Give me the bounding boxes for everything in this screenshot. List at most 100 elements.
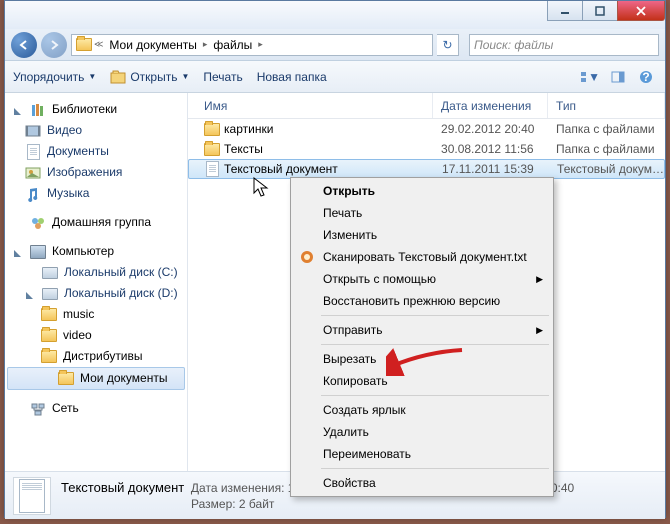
nav-pictures[interactable]: Изображения bbox=[5, 162, 187, 183]
maximize-button[interactable] bbox=[582, 1, 618, 21]
nav-drive-d[interactable]: Локальный диск (D:) bbox=[5, 283, 187, 304]
ctx-print[interactable]: Печать bbox=[293, 202, 551, 224]
separator bbox=[321, 395, 549, 396]
file-date: 17.11.2011 15:39 bbox=[434, 162, 549, 176]
ctx-open[interactable]: Открыть bbox=[293, 180, 551, 202]
folder-icon bbox=[58, 371, 74, 387]
file-type: Текстовый докум… bbox=[549, 162, 664, 176]
file-row[interactable]: Текстовый документ 17.11.2011 15:39Тексто… bbox=[188, 159, 665, 179]
chevron-down-icon: ▼ bbox=[88, 72, 96, 81]
minimize-button[interactable] bbox=[547, 1, 583, 21]
nav-homegroup[interactable]: Домашняя группа bbox=[5, 212, 187, 233]
organize-button[interactable]: Упорядочить▼ bbox=[13, 70, 96, 84]
ctx-copy[interactable]: Копировать bbox=[293, 370, 551, 392]
nav-folder-distrib[interactable]: Дистрибутивы bbox=[5, 346, 187, 367]
open-icon bbox=[110, 69, 126, 85]
breadcrumb-seg[interactable]: файлы bbox=[209, 38, 256, 52]
ctx-restore[interactable]: Восстановить прежнюю версию bbox=[293, 290, 551, 312]
chevron-right-icon: ▸ bbox=[201, 39, 210, 50]
file-row[interactable]: Тексты30.08.2012 11:56Папка с файлами bbox=[188, 139, 665, 159]
file-name: Текстовый документ bbox=[224, 162, 338, 176]
file-name: картинки bbox=[224, 122, 273, 136]
nav-folder-video[interactable]: video bbox=[5, 325, 187, 346]
ctx-sendto[interactable]: Отправить▶ bbox=[293, 319, 551, 341]
open-button[interactable]: Открыть▼ bbox=[110, 69, 189, 85]
new-folder-button[interactable]: Новая папка bbox=[257, 70, 327, 84]
scan-icon bbox=[299, 249, 315, 265]
pictures-icon bbox=[25, 165, 41, 181]
folder-icon bbox=[41, 307, 57, 323]
context-menu: Открыть Печать Изменить Сканировать Текс… bbox=[290, 177, 554, 497]
nav-folder-music[interactable]: music bbox=[5, 304, 187, 325]
drive-icon bbox=[42, 265, 58, 281]
drive-icon bbox=[42, 286, 58, 302]
close-button[interactable] bbox=[617, 1, 665, 21]
titlebar bbox=[5, 1, 665, 29]
view-controls: ▼ ? bbox=[579, 67, 657, 87]
breadcrumb[interactable]: ≪ Мои документы ▸ файлы ▸ bbox=[71, 34, 433, 56]
ctx-shortcut[interactable]: Создать ярлык bbox=[293, 399, 551, 421]
ctx-cut[interactable]: Вырезать bbox=[293, 348, 551, 370]
ctx-rename[interactable]: Переименовать bbox=[293, 443, 551, 465]
search-input[interactable]: Поиск: файлы bbox=[469, 34, 659, 56]
nav-libraries[interactable]: Библиотеки bbox=[5, 99, 187, 120]
file-row[interactable]: картинки 29.02.2012 20:40Папка с файлами bbox=[188, 119, 665, 139]
file-type: Папка с файлами bbox=[548, 122, 665, 136]
folder-icon bbox=[204, 121, 220, 137]
forward-button[interactable] bbox=[41, 32, 67, 58]
document-icon bbox=[25, 144, 41, 160]
computer-icon bbox=[30, 244, 46, 260]
separator bbox=[321, 344, 549, 345]
submenu-arrow-icon: ▶ bbox=[536, 325, 543, 336]
ctx-scan[interactable]: Сканировать Текстовый документ.txt bbox=[293, 246, 551, 268]
network-icon bbox=[30, 401, 46, 417]
nav-videos[interactable]: Видео bbox=[5, 120, 187, 141]
ctx-edit[interactable]: Изменить bbox=[293, 224, 551, 246]
nav-computer[interactable]: Компьютер bbox=[5, 241, 187, 262]
chevron-right-icon: ▸ bbox=[256, 39, 265, 50]
column-headers: Имя Дата изменения Тип bbox=[188, 93, 665, 119]
help-button[interactable]: ? bbox=[635, 67, 657, 87]
separator bbox=[321, 468, 549, 469]
view-mode-button[interactable]: ▼ bbox=[579, 67, 601, 87]
preview-pane-button[interactable] bbox=[607, 67, 629, 87]
file-date: 29.02.2012 20:40 bbox=[433, 122, 548, 136]
ctx-delete[interactable]: Удалить bbox=[293, 421, 551, 443]
expand-icon bbox=[13, 246, 24, 257]
folder-icon bbox=[204, 141, 220, 157]
nav-folder-mydocs[interactable]: Мои документы bbox=[7, 367, 185, 390]
ctx-properties[interactable]: Свойства bbox=[293, 472, 551, 494]
expand-icon bbox=[13, 104, 24, 115]
nav-drive-c[interactable]: Локальный диск (C:) bbox=[5, 262, 187, 283]
chevron-down-icon: ▼ bbox=[181, 72, 189, 81]
nav-pane: Библиотеки Видео Документы Изображения М… bbox=[5, 93, 188, 471]
submenu-arrow-icon: ▶ bbox=[536, 274, 543, 285]
nav-network[interactable]: Сеть bbox=[5, 398, 187, 419]
folder-icon bbox=[76, 37, 92, 53]
search-placeholder: Поиск: файлы bbox=[474, 38, 553, 52]
back-button[interactable] bbox=[11, 32, 37, 58]
music-icon bbox=[25, 186, 41, 202]
homegroup-icon bbox=[30, 215, 46, 231]
refresh-button[interactable]: ↻ bbox=[437, 34, 459, 56]
breadcrumb-seg[interactable]: Мои документы bbox=[105, 38, 200, 52]
library-icon bbox=[30, 102, 46, 118]
print-button[interactable]: Печать bbox=[203, 70, 242, 84]
nav-documents[interactable]: Документы bbox=[5, 141, 187, 162]
toolbar: Упорядочить▼ Открыть▼ Печать Новая папка… bbox=[5, 61, 665, 93]
chevron-icon: ≪ bbox=[92, 39, 105, 50]
ctx-openwith[interactable]: Открыть с помощью▶ bbox=[293, 268, 551, 290]
file-date: 30.08.2012 11:56 bbox=[433, 142, 548, 156]
file-name: Тексты bbox=[224, 142, 263, 156]
col-type[interactable]: Тип bbox=[548, 93, 665, 118]
separator bbox=[321, 315, 549, 316]
address-bar: ≪ Мои документы ▸ файлы ▸ ↻ Поиск: файлы bbox=[5, 29, 665, 61]
file-icon bbox=[13, 477, 51, 515]
chevron-down-icon: ▼ bbox=[588, 70, 600, 84]
video-icon bbox=[25, 123, 41, 139]
folder-icon bbox=[41, 349, 57, 365]
nav-music[interactable]: Музыка bbox=[5, 183, 187, 204]
svg-text:?: ? bbox=[642, 70, 649, 84]
col-name[interactable]: Имя bbox=[188, 93, 433, 118]
col-date[interactable]: Дата изменения bbox=[433, 93, 548, 118]
